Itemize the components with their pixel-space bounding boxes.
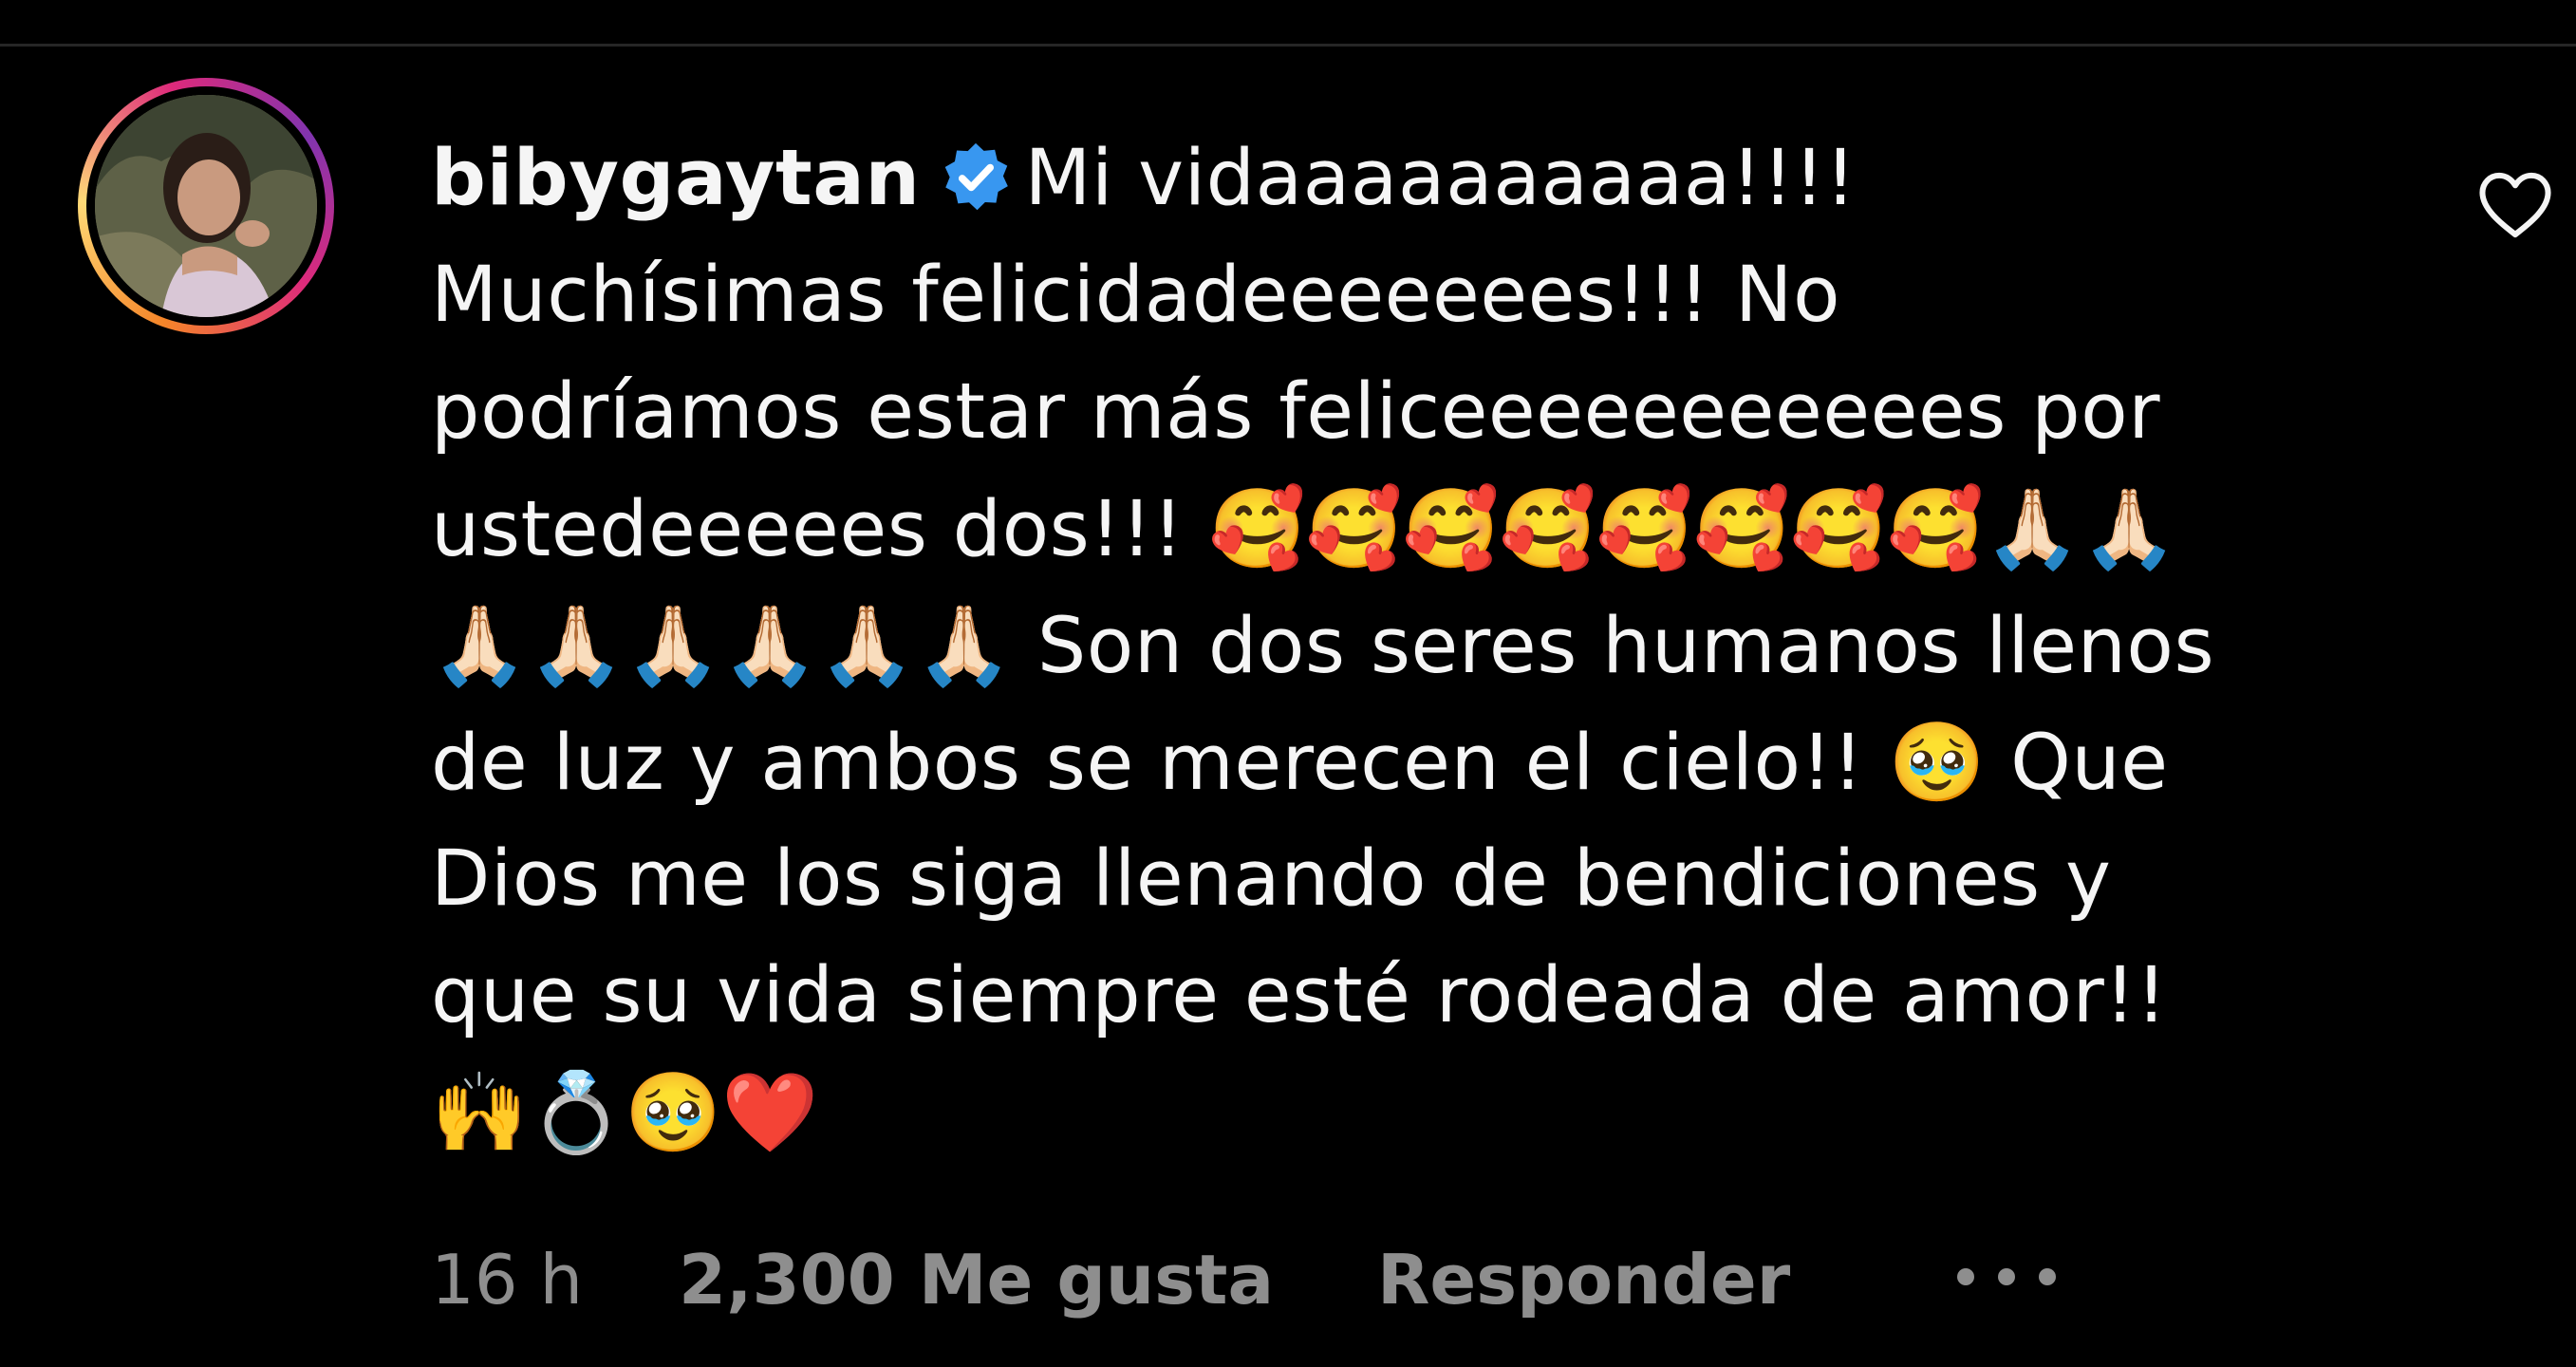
emoji-group: 🙌💍🥹❤️	[431, 1068, 819, 1158]
comment-line: podríamos estar más feliceeeeeeeeeees po…	[431, 367, 2160, 457]
avatar[interactable]	[95, 95, 317, 317]
comment-line: bibygaytan Mi vidaaaaaaaaaa!!!!	[431, 121, 2396, 237]
comment-line: ustedeeeees dos!!! 🥰🥰🥰🥰🥰🥰🥰🥰🙏🏻🙏🏻	[431, 471, 2396, 588]
reply-button[interactable]: Responder	[1377, 1232, 1790, 1327]
emoji-group: 🥹	[1888, 718, 1986, 808]
comment-line: Dios me los siga llenando de bendiciones…	[431, 834, 2112, 924]
comment-line: Muchísimas felicidadeeeeeees!!! No	[431, 251, 1841, 340]
comment-line: que su vida siempre esté rodeada de amor…	[431, 951, 2168, 1040]
comment-line-text: Que	[1985, 719, 2169, 808]
comment-line-text: de luz y ambos se merecen el cielo!!	[431, 719, 1889, 808]
comment-meta: 16 h 2,300 Me gusta Responder	[431, 1232, 2059, 1327]
username-link[interactable]: bibygaytan	[431, 134, 921, 223]
heart-outline-icon[interactable]	[2475, 169, 2555, 241]
comment: bibygaytan Mi vidaaaaaaaaaa!!!! Muchísima…	[0, 0, 2576, 1367]
more-options-icon[interactable]	[1954, 1232, 2059, 1291]
comment-line-text: Mi vidaaaaaaaaaa!!!!	[1024, 134, 1857, 223]
verified-badge-icon	[944, 142, 1008, 211]
comment-line: 🙌💍🥹❤️	[431, 1055, 2396, 1171]
timestamp[interactable]: 16 h	[431, 1232, 583, 1327]
emoji-group: 🥰🥰🥰🥰🥰🥰🥰🥰🙏🏻🙏🏻	[1208, 484, 2178, 574]
emoji-group: 🙏🏻🙏🏻🙏🏻🙏🏻🙏🏻🙏🏻	[431, 601, 1013, 691]
comment-line-text: ustedeeeees dos!!!	[431, 485, 1209, 574]
comment-line: 🙏🏻🙏🏻🙏🏻🙏🏻🙏🏻🙏🏻 Son dos seres humanos lleno…	[431, 588, 2396, 704]
likes-count-button[interactable]: 2,300 Me gusta	[679, 1232, 1274, 1327]
story-ring[interactable]	[78, 78, 334, 334]
comment-line: de luz y ambos se merecen el cielo!! 🥹 Q…	[431, 704, 2396, 821]
comment-text: bibygaytan Mi vidaaaaaaaaaa!!!! Muchísima…	[431, 121, 2396, 1171]
comment-line-text: Son dos seres humanos llenos	[1012, 602, 2215, 691]
